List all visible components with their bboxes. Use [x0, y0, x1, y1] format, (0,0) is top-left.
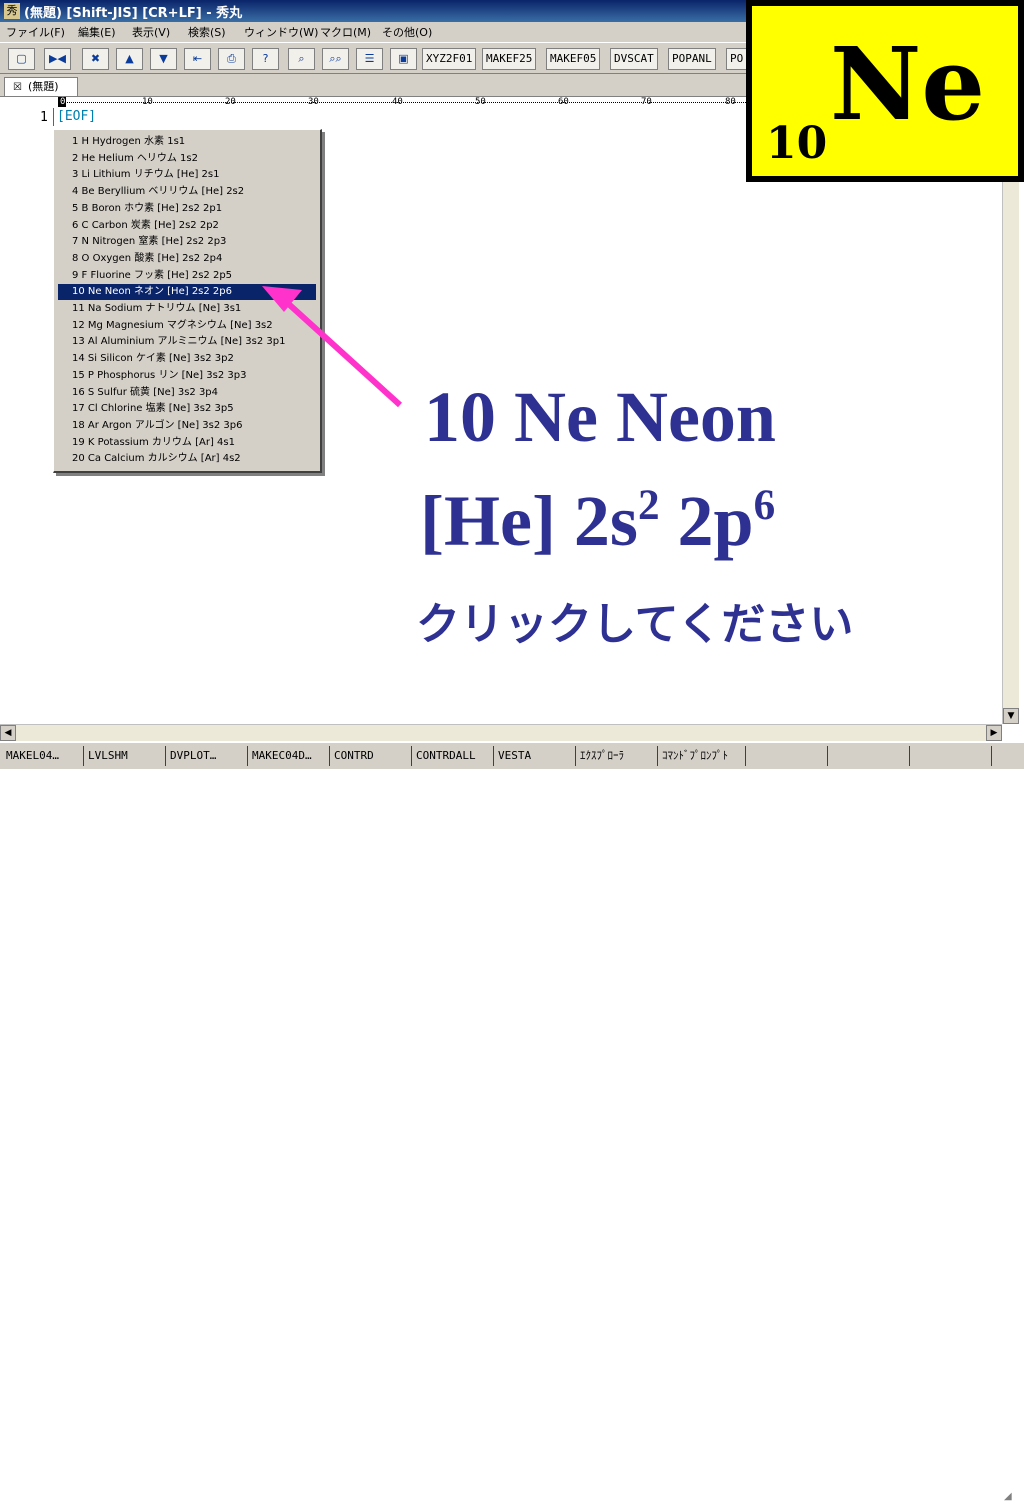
config-core: [He] 2s [420, 481, 638, 561]
config-mid: 2p [659, 481, 754, 561]
arrow-shaft [279, 295, 403, 408]
electron-configuration: [He] 2s2 2p6 [420, 480, 775, 563]
annotation-heading: 10 Ne Neon [424, 377, 776, 457]
config-exponent-1: 2 [637, 482, 660, 530]
config-exponent-2: 6 [753, 482, 776, 530]
click-prompt: クリックしてください [416, 599, 854, 650]
resize-grip-icon[interactable]: ◢ [1004, 1491, 1020, 1507]
